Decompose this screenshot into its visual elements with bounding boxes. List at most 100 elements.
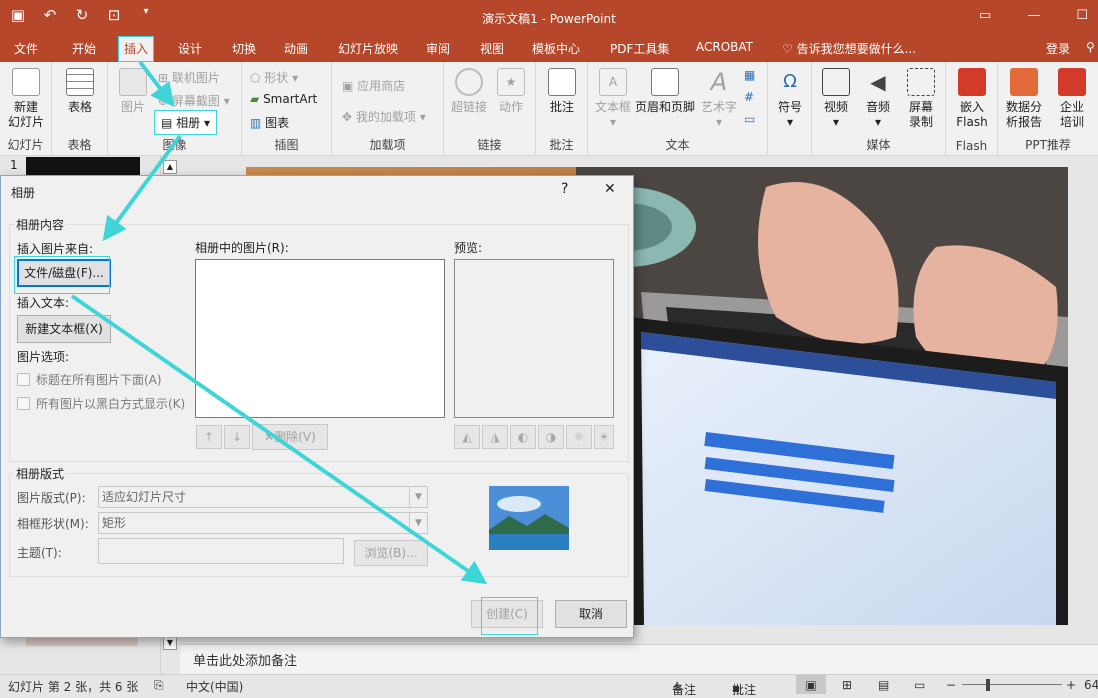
brightness-down-icon[interactable]: ☀ [594, 425, 614, 449]
symbol-button[interactable]: Ω 符号 ▾ [770, 68, 810, 130]
chart-button[interactable]: ▥ 图表 [250, 114, 289, 131]
group-flash: 嵌入 Flash Flash [946, 62, 998, 156]
smartart-button[interactable]: ▰ SmartArt [250, 92, 317, 106]
tab-animations[interactable]: 动画 [284, 40, 308, 57]
login-link[interactable]: 登录 [1046, 40, 1070, 57]
header-footer-icon [651, 68, 679, 96]
app-store-button[interactable]: ▣ 应用商店 [342, 77, 405, 94]
album-button[interactable]: ▤ 相册 ▾ [154, 110, 218, 135]
scroll-down-icon[interactable]: ▼ [163, 636, 177, 650]
tab-home[interactable]: 开始 [72, 40, 96, 57]
slide-number-icon[interactable]: # [744, 90, 754, 104]
tab-insert[interactable]: 插入 [118, 36, 155, 62]
tab-acrobat[interactable]: ACROBAT [696, 40, 753, 54]
reading-view-icon[interactable]: ▤ [878, 678, 889, 692]
comment-button[interactable]: 批注 [540, 68, 584, 115]
object-icon[interactable]: ▭ [744, 112, 755, 126]
chevron-down-icon: ▼ [409, 513, 427, 533]
remove-button[interactable]: ✕删除(V) [252, 424, 328, 450]
zoom-in-icon[interactable]: + [1066, 678, 1076, 692]
my-addins-button[interactable]: ✥ 我的加载项 ▾ [342, 108, 426, 125]
picture-layout-select[interactable]: 适应幻灯片尺寸 ▼ [98, 486, 428, 508]
audio-button[interactable]: ◀ 音频 ▾ [858, 68, 898, 130]
data-report-button[interactable]: 数据分 析报告 [1000, 68, 1048, 130]
tab-design[interactable]: 设计 [178, 40, 202, 57]
contrast-down-icon[interactable]: ◑ [538, 425, 564, 449]
brightness-up-icon[interactable]: ☼ [566, 425, 592, 449]
slideshow-icon[interactable]: ▭ [914, 678, 925, 692]
tab-view[interactable]: 视图 [480, 40, 504, 57]
black-white-checkbox[interactable] [17, 397, 30, 410]
new-slide-button[interactable]: 新建 幻灯片 [2, 68, 50, 130]
group-media: 视频 ▾ ◀ 音频 ▾ 屏幕 录制 媒体 [812, 62, 946, 156]
chevron-down-icon: ▼ [409, 487, 427, 507]
spellcheck-icon[interactable]: ⎘ [154, 678, 164, 693]
group-comments: 批注 批注 [536, 62, 588, 156]
cancel-button[interactable]: 取消 [555, 600, 627, 628]
table-button[interactable]: 表格 [56, 68, 104, 115]
slide-sorter-icon[interactable]: ⊞ [842, 678, 852, 692]
highlight-create [481, 597, 538, 635]
frame-shape-select[interactable]: 矩形 ▼ [98, 512, 428, 534]
zoom-thumb[interactable] [986, 679, 990, 691]
picture-button[interactable]: 图片 [116, 68, 150, 115]
theme-field[interactable] [98, 538, 344, 564]
header-footer-button[interactable]: 页眉和页脚 [634, 68, 696, 115]
tab-review[interactable]: 审阅 [426, 40, 450, 57]
video-icon [822, 68, 850, 96]
tab-pdf-tools[interactable]: PDF工具集 [610, 40, 669, 57]
preview-label: 预览: [454, 241, 483, 255]
zoom-out-icon[interactable]: − [946, 678, 956, 692]
group-links: 超链接 ★ 动作 链接 [444, 62, 536, 156]
new-slide-icon [12, 68, 40, 96]
action-button[interactable]: ★ 动作 [492, 68, 530, 115]
tab-slideshow[interactable]: 幻灯片放映 [338, 40, 398, 57]
training-icon [1058, 68, 1086, 96]
zoom-level[interactable]: 64 [1084, 678, 1098, 692]
group-tables: 表格 表格 [52, 62, 108, 156]
table-icon [66, 68, 94, 96]
captions-checkbox[interactable] [17, 373, 30, 386]
group-text: A 文本框 ▾ 页眉和页脚 A 艺术字 ▾ ▦ # ▭ 文本 [588, 62, 768, 156]
chart-icon: ▥ [250, 116, 262, 130]
close-icon[interactable]: ✕ [604, 181, 616, 197]
language-indicator[interactable]: 中文(中国) [186, 678, 243, 695]
black-white-label: 所有图片以黑白方式显示(K) [36, 397, 186, 411]
embed-flash-button[interactable]: 嵌入 Flash [950, 68, 994, 130]
pictures-list[interactable] [195, 259, 445, 418]
tab-template-center[interactable]: 模板中心 [532, 40, 580, 57]
move-down-icon[interactable]: ↓ [224, 425, 250, 449]
notes-pane[interactable]: 单击此处添加备注 [180, 644, 1098, 674]
tab-file[interactable]: 文件 [14, 40, 38, 57]
move-up-icon[interactable]: ↑ [196, 425, 222, 449]
online-pictures-button[interactable]: ⊞ 联机图片 [158, 69, 220, 86]
tell-me-box[interactable]: ♡ 告诉我您想要做什么... [782, 40, 916, 57]
minimize-icon[interactable]: — [1027, 8, 1040, 23]
screen-recording-button[interactable]: 屏幕 录制 [900, 68, 942, 130]
screenshot-button[interactable]: ⊕ 屏幕截图 ▾ [158, 92, 230, 109]
album-layout-label: 相册版式 [14, 465, 67, 482]
training-button[interactable]: 企业 培训 [1048, 68, 1096, 130]
scroll-up-icon[interactable]: ▲ [163, 160, 177, 174]
rotate-right-icon[interactable]: ◮ [482, 425, 508, 449]
normal-view-icon[interactable]: ▣ [796, 675, 826, 694]
zoom-slider[interactable] [962, 684, 1062, 685]
restore-ribbon-icon[interactable]: ▭ [979, 8, 991, 23]
wordart-button[interactable]: A 艺术字 ▾ [698, 68, 740, 130]
video-button[interactable]: 视频 ▾ [816, 68, 856, 130]
contrast-up-icon[interactable]: ◐ [510, 425, 536, 449]
tab-transitions[interactable]: 切换 [232, 40, 256, 57]
maximize-icon[interactable]: ☐ [1076, 8, 1088, 23]
hyperlink-button[interactable]: 超链接 [448, 68, 490, 115]
new-textbox-button[interactable]: 新建文本框(X) [17, 315, 111, 343]
dialog-title: 相册 [11, 186, 36, 200]
date-time-icon[interactable]: ▦ [744, 68, 755, 82]
help-button[interactable]: ? [561, 181, 568, 197]
browse-button[interactable]: 浏览(B)... [354, 540, 428, 566]
search-icon[interactable]: ⚲ [1086, 40, 1095, 54]
textbox-button[interactable]: A 文本框 ▾ [592, 68, 634, 130]
status-bar: 幻灯片 第 2 张，共 6 张 ⎘ 中文(中国) ≜ 备注 ▪ 批注 ▣ ⊞ ▤… [0, 674, 1098, 697]
window-controls: ▭ — ☐ [979, 8, 1088, 23]
rotate-left-icon[interactable]: ◭ [454, 425, 480, 449]
shapes-button[interactable]: ⬠ 形状 ▾ [250, 69, 298, 86]
